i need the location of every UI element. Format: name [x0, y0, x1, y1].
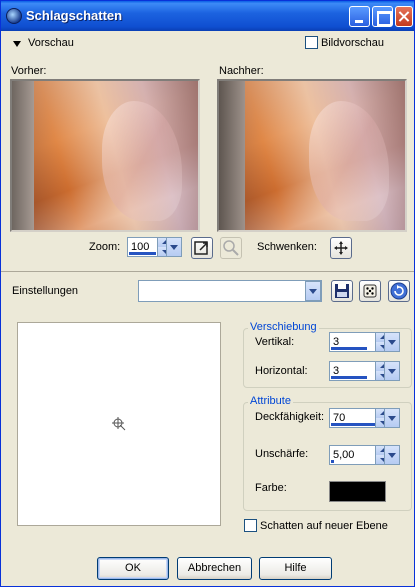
image-preview-label: Bildvorschau: [321, 37, 384, 49]
window-title: Schlagschatten: [26, 8, 123, 23]
before-preview-image: [10, 79, 200, 232]
randomize-button[interactable]: [359, 280, 381, 302]
horizontal-offset-input[interactable]: 3: [329, 361, 376, 381]
zoom-fit-icon: [194, 241, 208, 255]
color-label: Farbe:: [255, 482, 287, 494]
opacity-input[interactable]: 70: [329, 408, 376, 428]
shadow-offset-canvas[interactable]: [17, 322, 221, 526]
opacity-dropdown-arrow[interactable]: [384, 408, 400, 428]
image-preview-checkbox[interactable]: [305, 36, 318, 49]
horizontal-dropdown-arrow[interactable]: [384, 361, 400, 381]
minimize-button[interactable]: [349, 6, 370, 27]
horizontal-label: Horizontal:: [255, 365, 308, 377]
preview-section-label[interactable]: Vorschau: [28, 37, 74, 49]
ok-button[interactable]: OK: [97, 557, 169, 580]
vertical-label: Vertikal:: [255, 336, 295, 348]
shadow-color-swatch[interactable]: [329, 481, 386, 502]
collapse-preview-icon[interactable]: [13, 41, 21, 47]
zoom-dropdown-arrow[interactable]: [166, 237, 182, 257]
pan-move-icon: [334, 241, 348, 255]
offset-legend: Verschiebung: [248, 321, 319, 333]
settings-dropdown-arrow[interactable]: [305, 281, 321, 301]
zoom-actual-button[interactable]: [220, 237, 242, 259]
after-label: Nachher:: [219, 65, 264, 77]
reset-button[interactable]: [388, 280, 410, 302]
pan-button[interactable]: [330, 237, 352, 259]
reset-icon: [390, 282, 408, 300]
shadow-new-layer-label: Schatten auf neuer Ebene: [260, 520, 388, 532]
shadow-new-layer-checkbox[interactable]: [244, 519, 257, 532]
save-icon: [335, 284, 349, 298]
blur-label: Unschärfe:: [255, 448, 309, 460]
pan-label: Schwenken:: [257, 241, 317, 253]
vertical-offset-input[interactable]: 3: [329, 332, 376, 352]
zoom-input[interactable]: 100: [127, 237, 158, 257]
blur-dropdown-arrow[interactable]: [384, 445, 400, 465]
blur-input[interactable]: 5,00: [329, 445, 376, 465]
before-label: Vorher:: [11, 65, 47, 77]
cancel-button[interactable]: Abbrechen: [177, 557, 252, 580]
vertical-dropdown-arrow[interactable]: [384, 332, 400, 352]
title-bar[interactable]: Schlagschatten: [1, 1, 414, 31]
settings-label: Einstellungen: [12, 285, 79, 297]
zoom-fit-button[interactable]: [191, 237, 213, 259]
opacity-label: Deckfähigkeit:: [255, 411, 325, 423]
settings-preset-select[interactable]: [138, 280, 322, 302]
help-button[interactable]: Hilfe: [259, 557, 332, 580]
close-button[interactable]: [395, 6, 413, 27]
save-preset-button[interactable]: [331, 280, 353, 302]
drop-shadow-dialog: Schlagschatten Vorschau Bildvorschau Vor…: [0, 0, 415, 587]
divider: [1, 271, 414, 272]
zoom-label: Zoom:: [89, 241, 121, 253]
dice-icon: [363, 284, 377, 298]
attributes-legend: Attribute: [248, 395, 293, 407]
offset-crosshair-icon[interactable]: [112, 417, 126, 431]
after-preview-image: [217, 79, 407, 232]
maximize-button[interactable]: [372, 6, 393, 27]
app-icon: [6, 8, 22, 24]
magnifier-icon: [223, 240, 239, 256]
